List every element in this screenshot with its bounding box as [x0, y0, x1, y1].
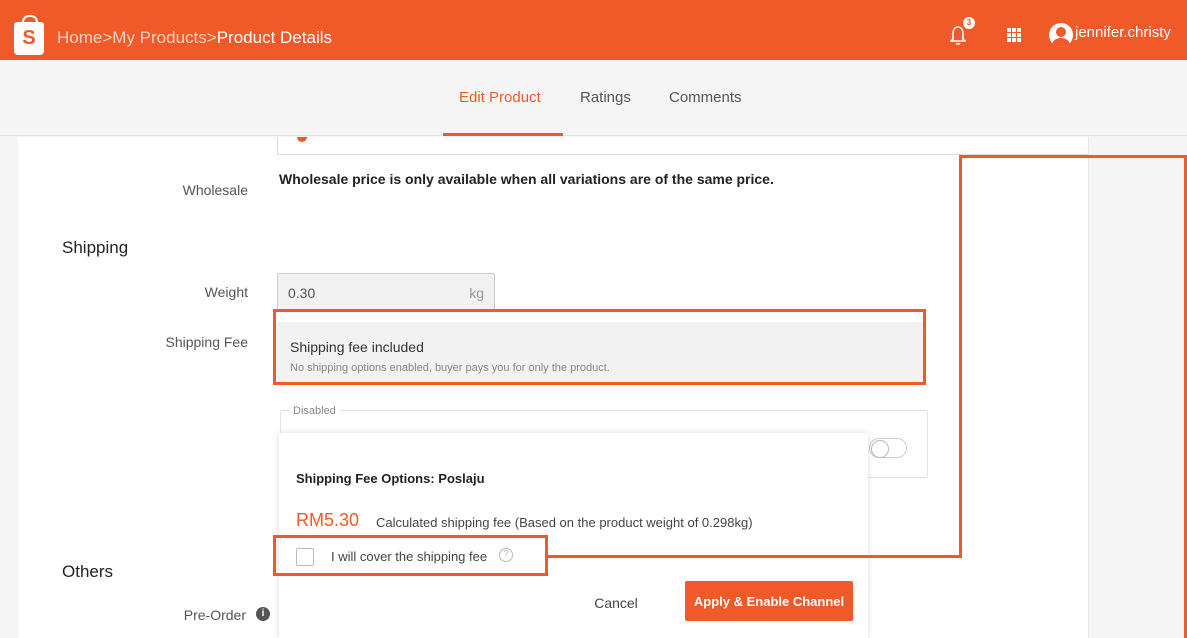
- info-icon[interactable]: i: [256, 607, 270, 621]
- disabled-legend: Disabled: [289, 405, 340, 417]
- user-avatar-icon[interactable]: [1049, 23, 1073, 47]
- breadcrumb-home[interactable]: Home: [57, 28, 102, 48]
- breadcrumb-product-details: Product Details: [216, 28, 332, 47]
- product-tabs: Edit Product Ratings Comments: [0, 60, 1187, 136]
- others-section-title: Others: [62, 562, 114, 581]
- connector-line: [548, 555, 962, 558]
- weight-unit: kg: [469, 285, 484, 301]
- tab-comments[interactable]: Comments: [669, 89, 742, 106]
- wholesale-label: Wholesale: [182, 182, 248, 198]
- shipping-fee-highlight: [273, 309, 926, 385]
- breadcrumb-my-products[interactable]: My Products: [112, 28, 206, 48]
- calculated-fee-note: Calculated shipping fee (Based on the pr…: [376, 515, 753, 530]
- notification-count-badge: 3: [963, 17, 975, 29]
- shipping-section-title: Shipping: [62, 238, 129, 257]
- shopee-logo-icon[interactable]: S: [14, 15, 44, 55]
- username[interactable]: jennifer.christy: [1075, 24, 1171, 41]
- channel-toggle[interactable]: [869, 438, 907, 458]
- notification-bell-icon[interactable]: [950, 26, 966, 46]
- preorder-label: Pre-Order: [183, 607, 246, 623]
- cover-fee-highlight: [273, 535, 548, 576]
- shipping-fee-label: Shipping Fee: [165, 334, 248, 350]
- shipping-price: RM5.30: [296, 510, 360, 530]
- connector-line: [959, 155, 1187, 158]
- connector-line: [959, 155, 962, 558]
- apps-grid-icon[interactable]: [1007, 28, 1021, 42]
- tab-ratings[interactable]: Ratings: [580, 89, 631, 106]
- active-tab-indicator: [443, 133, 563, 136]
- weight-value: 0.30: [288, 285, 316, 301]
- wholesale-note: Wholesale price is only available when a…: [279, 171, 774, 187]
- weight-label: Weight: [204, 284, 248, 300]
- popup-title: Shipping Fee Options: Poslaju: [296, 471, 485, 486]
- breadcrumb-separator: >: [206, 28, 217, 47]
- tab-edit-product[interactable]: Edit Product: [459, 89, 541, 106]
- cancel-button[interactable]: Cancel: [586, 585, 646, 621]
- weight-input[interactable]: 0.30 kg: [277, 273, 495, 310]
- apply-enable-channel-button[interactable]: Apply & Enable Channel: [685, 581, 853, 621]
- breadcrumb: Home > My Products > Product Details: [57, 28, 332, 48]
- previous-field-box: [277, 137, 1088, 155]
- breadcrumb-separator: >: [102, 28, 113, 47]
